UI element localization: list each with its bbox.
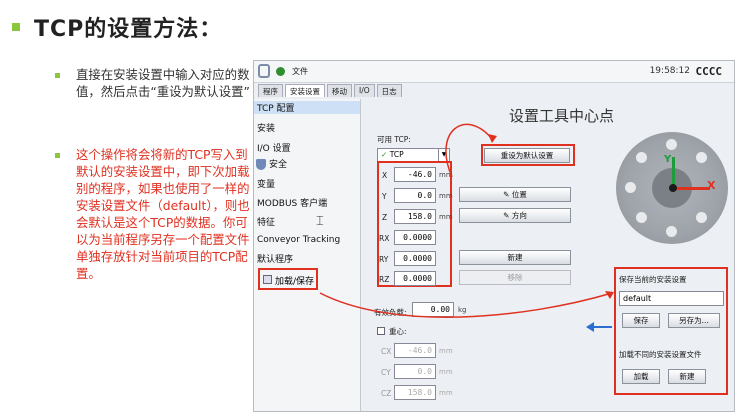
- arrowhead-icon: [586, 322, 594, 332]
- title-bullet-icon: [12, 23, 20, 31]
- bullet-1-text: 直接在安装设置中输入对应的数值，然后点击“重设为默认设置”: [76, 67, 250, 99]
- bullet-square-icon: [55, 73, 60, 78]
- bullet-2-text: 这个操作将会将新的TCP写入到默认的安装设置中，即下次加载别的程序，如果也使用了…: [76, 147, 250, 281]
- slide-title: TCP的设置方法：: [12, 12, 222, 42]
- robot-ui-screenshot: 文件 19:58:12 CCCC 程序 安装设置 移动 I/O 日志 TCP 配…: [253, 60, 735, 412]
- arrowhead-icon: [488, 134, 497, 143]
- arrow-to-save-panel-icon: [319, 292, 613, 318]
- arrow-to-set-default-icon: [445, 123, 493, 178]
- bullet-1: 直接在安装设置中输入对应的数值，然后点击“重设为默认设置”: [55, 66, 254, 100]
- bullet-2: 这个操作将会将新的TCP写入到默认的安装设置中，即下次加载别的程序，如果也使用了…: [55, 146, 250, 282]
- slide-title-text: TCP的设置方法：: [34, 17, 223, 42]
- bullet-square-icon: [55, 153, 60, 158]
- annotation-arrows: [319, 123, 614, 332]
